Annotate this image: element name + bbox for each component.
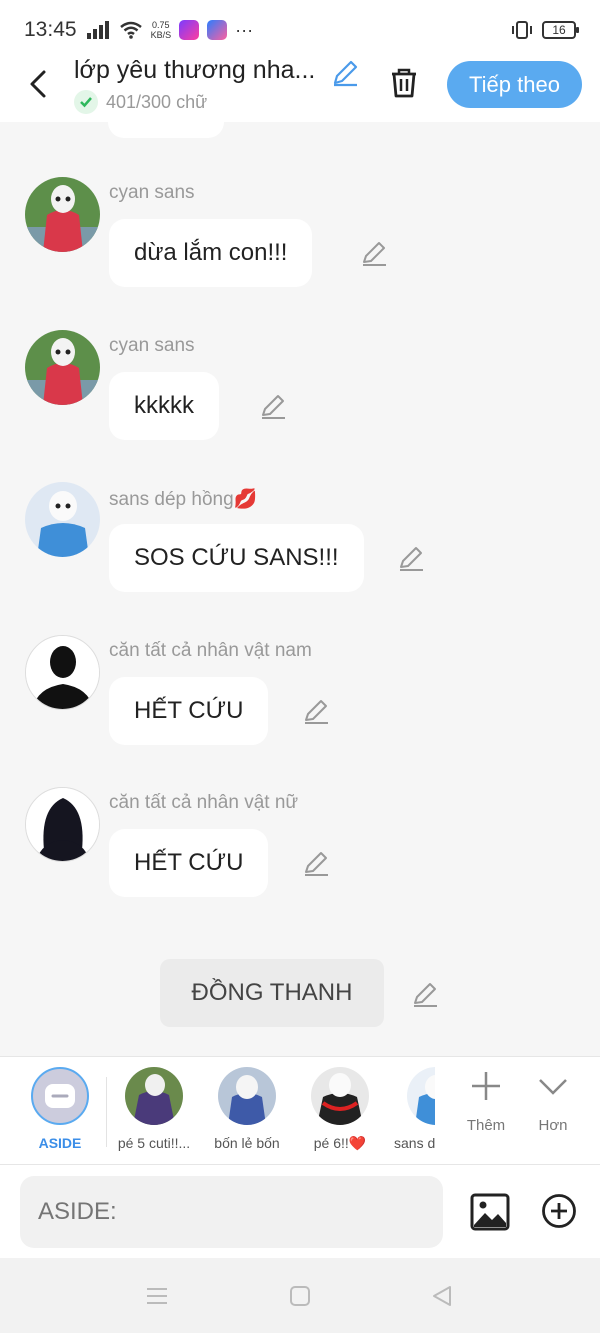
avatar[interactable] xyxy=(25,482,100,557)
app-notification-icon xyxy=(179,20,200,40)
message-row: sans dép hồng💋 SOS CỨU SANS!!! xyxy=(0,482,600,612)
avatar xyxy=(311,1067,369,1125)
avatar xyxy=(218,1067,276,1125)
character-item[interactable]: pé 6!!❤️ xyxy=(295,1067,385,1152)
battery-icon: 16 xyxy=(542,21,579,39)
avatar xyxy=(125,1067,183,1125)
next-button[interactable]: Tiếp theo xyxy=(447,61,582,108)
avatar xyxy=(407,1067,435,1125)
message-row: cyan sans dừa lắm con!!! xyxy=(0,177,600,307)
home-icon[interactable] xyxy=(288,1284,312,1308)
pencil-icon[interactable] xyxy=(259,392,287,420)
chat-area[interactable]: cyan sans dừa lắm con!!! cyan sans kkkkk… xyxy=(0,122,600,1056)
lips-emoji: 💋 xyxy=(233,489,258,510)
signal-icon xyxy=(86,21,109,39)
sender-name: cyan sans xyxy=(109,182,195,203)
more-notifications-icon: ··· xyxy=(235,19,254,40)
expand-characters-button[interactable]: Hơn xyxy=(523,1069,583,1134)
plus-icon xyxy=(472,1072,500,1100)
character-aside[interactable]: ASIDE xyxy=(15,1067,105,1151)
sender-name: sans dép hồng💋 xyxy=(109,489,258,510)
add-character-button[interactable]: Thêm xyxy=(456,1069,516,1134)
avatar[interactable] xyxy=(25,787,100,862)
status-time: 13:45 xyxy=(24,18,77,41)
character-selector: ASIDE pé 5 cuti!!... bốn lẻ bốn pé 6!!❤️… xyxy=(0,1056,600,1165)
pencil-icon[interactable] xyxy=(397,544,425,572)
message-bubble[interactable]: dừa lắm con!!! xyxy=(109,219,313,287)
aside-message-bubble[interactable]: ĐỒNG THANH xyxy=(160,959,384,1027)
word-count-text: 401/300 chữ xyxy=(106,91,208,112)
vibrate-icon xyxy=(512,21,532,39)
character-item[interactable]: pé 5 cuti!!... xyxy=(109,1067,199,1151)
message-bubble[interactable]: kkkkk xyxy=(109,372,219,440)
word-count: 401/300 chữ xyxy=(74,90,207,114)
status-bar: 13:45 0.75 KB/S ··· 16 xyxy=(0,0,600,60)
message-row: căn tất cả nhân vật nam HẾT CỨU xyxy=(0,635,600,765)
message-bubble[interactable]: HẾT CỨU xyxy=(109,677,269,745)
back-button[interactable] xyxy=(20,66,56,102)
system-nav-bar xyxy=(0,1258,600,1333)
story-title[interactable]: lớp yêu thương nha... xyxy=(74,56,324,85)
avatar[interactable] xyxy=(25,177,100,252)
message-input[interactable] xyxy=(20,1176,443,1248)
pencil-icon[interactable] xyxy=(302,849,330,877)
back-triangle-icon[interactable] xyxy=(430,1284,454,1308)
divider xyxy=(106,1077,107,1147)
trash-icon[interactable] xyxy=(386,65,422,101)
character-item[interactable]: bốn lẻ bốn xyxy=(202,1067,292,1151)
back-arrow-icon xyxy=(30,70,46,98)
input-row xyxy=(0,1165,600,1258)
sender-name: căn tất cả nhân vật nữ xyxy=(109,792,299,813)
status-icons: 0.75 KB/S ··· xyxy=(86,19,254,41)
message-bubble[interactable]: HẾT CỨU xyxy=(109,829,269,897)
partial-message-bubble[interactable] xyxy=(108,122,224,138)
chevron-down-icon xyxy=(539,1079,567,1095)
character-item[interactable]: sans d xyxy=(379,1067,435,1151)
sender-name: căn tất cả nhân vật nam xyxy=(109,640,312,661)
wifi-icon xyxy=(119,21,142,39)
network-speed: 0.75 KB/S xyxy=(150,20,172,40)
message-bubble[interactable]: SOS CỨU SANS!!! xyxy=(109,524,364,592)
aside-icon xyxy=(31,1067,89,1125)
menu-icon[interactable] xyxy=(145,1284,169,1308)
pencil-icon[interactable] xyxy=(411,980,439,1008)
avatar[interactable] xyxy=(25,635,100,710)
editor-header: lớp yêu thương nha... 401/300 chữ Tiếp t… xyxy=(0,56,600,122)
message-row: cyan sans kkkkk xyxy=(0,330,600,460)
sender-name: cyan sans xyxy=(109,335,195,356)
avatar[interactable] xyxy=(25,330,100,405)
app-notification-icon-2 xyxy=(207,20,228,40)
plus-circle-icon[interactable] xyxy=(541,1193,577,1229)
image-icon[interactable] xyxy=(470,1193,510,1231)
pencil-icon[interactable] xyxy=(360,239,388,267)
check-icon xyxy=(74,90,98,114)
pencil-icon[interactable] xyxy=(302,697,330,725)
message-row: căn tất cả nhân vật nữ HẾT CỨU xyxy=(0,787,600,917)
pencil-icon[interactable] xyxy=(330,58,360,88)
